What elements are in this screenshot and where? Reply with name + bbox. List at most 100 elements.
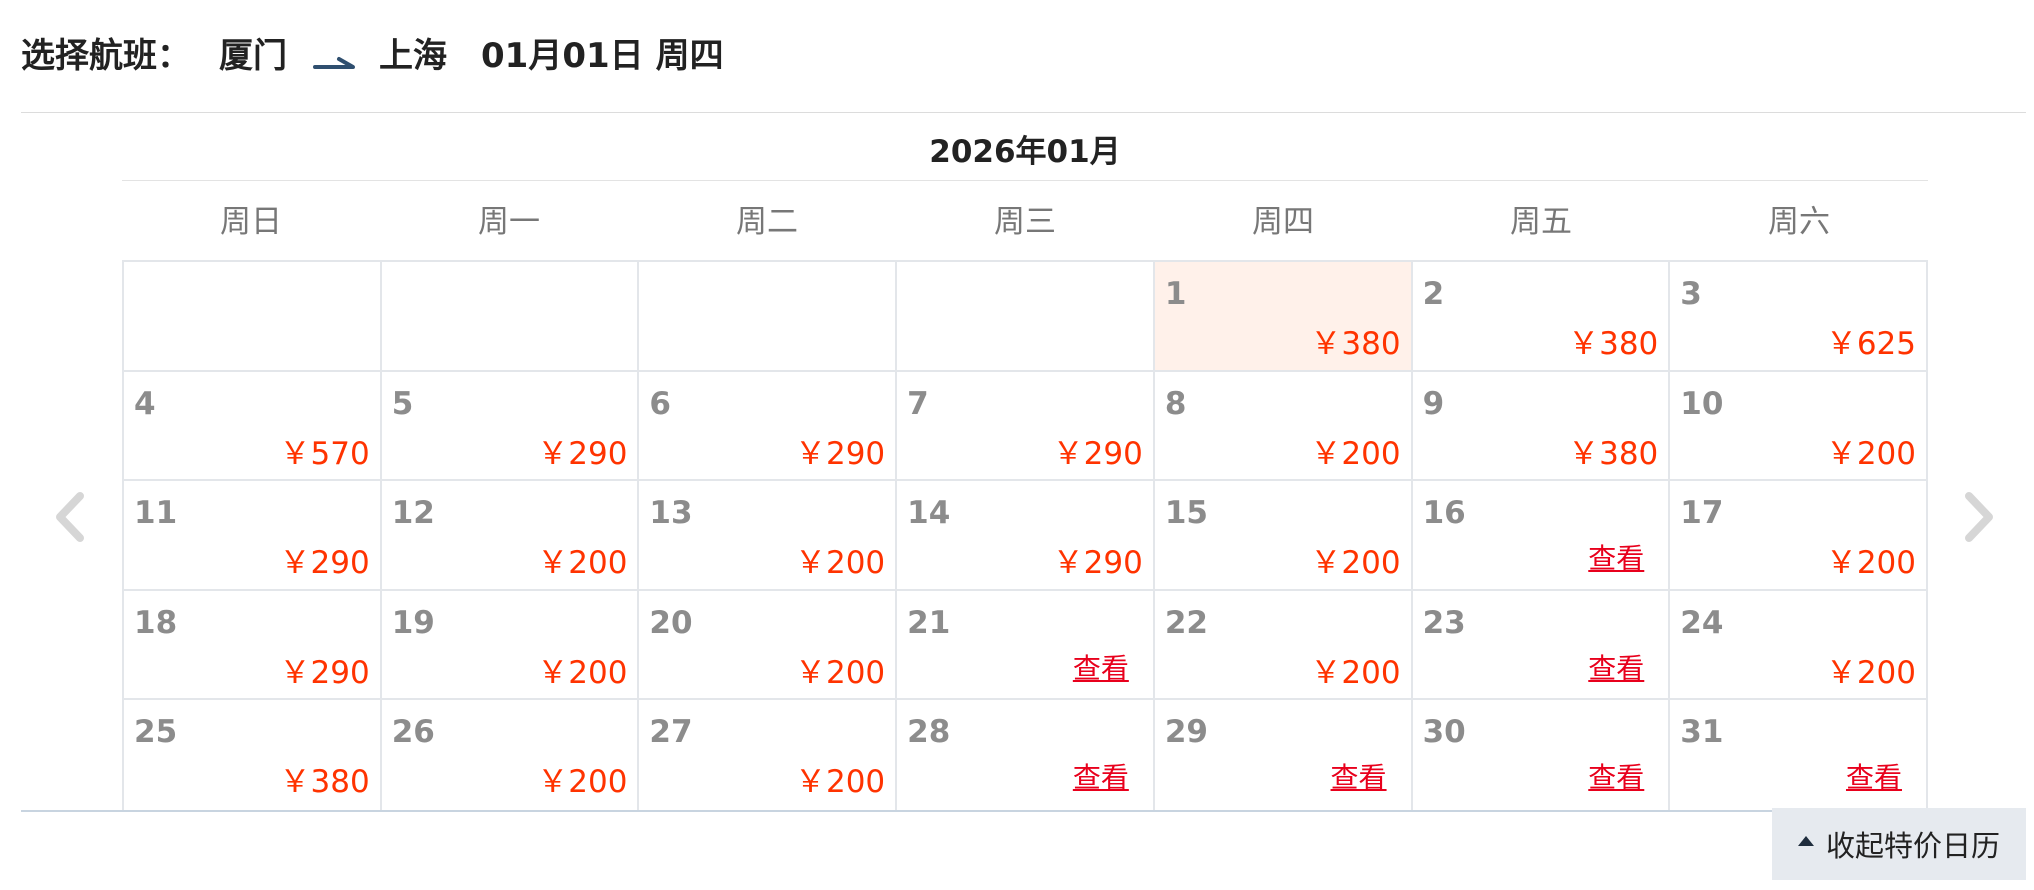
day-number: 16	[1422, 495, 1466, 532]
day-cell-5[interactable]: 5 ￥290	[381, 371, 640, 482]
day-cell-12[interactable]: 12 ￥200	[381, 481, 640, 591]
view-price-link[interactable]: 查看	[1331, 756, 1387, 796]
day-number: 17	[1680, 495, 1724, 532]
day-number: 13	[649, 495, 693, 532]
day-number: 15	[1164, 495, 1208, 532]
route-arrow-icon	[313, 42, 357, 69]
day-cell-19[interactable]: 19 ￥200	[381, 590, 640, 701]
day-number: 24	[1680, 604, 1724, 641]
day-cell-13[interactable]: 13 ￥200	[639, 481, 898, 591]
day-price: ￥200	[794, 654, 886, 691]
origin-city: 厦门	[219, 35, 287, 76]
day-cell-18[interactable]: 18 ￥290	[124, 590, 382, 701]
empty-day-cell	[124, 262, 382, 372]
day-cell-9[interactable]: 9 ￥380	[1412, 371, 1671, 482]
day-cell-16[interactable]: 16 查看	[1412, 481, 1671, 591]
day-price: ￥290	[1052, 435, 1143, 472]
day-cell-7[interactable]: 7 ￥290	[897, 371, 1155, 482]
day-cell-25[interactable]: 25 ￥380	[124, 700, 382, 810]
day-cell-27[interactable]: 27 ￥200	[639, 700, 898, 810]
day-cell-24[interactable]: 24 ￥200	[1670, 590, 1928, 701]
day-price: ￥200	[537, 654, 628, 691]
day-cell-15[interactable]: 15 ￥200	[1154, 481, 1413, 591]
view-price-link[interactable]: 查看	[1846, 756, 1902, 796]
day-number: 22	[1164, 604, 1208, 641]
day-number: 12	[391, 495, 435, 532]
weekday-tue: 周二	[736, 204, 798, 240]
day-cell-1[interactable]: 1 ￥380	[1154, 262, 1413, 372]
day-cell-21[interactable]: 21 查看	[897, 590, 1155, 701]
day-price: ￥200	[537, 545, 628, 582]
day-cell-4[interactable]: 4 ￥570	[124, 371, 382, 482]
day-cell-3[interactable]: 3 ￥625	[1670, 262, 1928, 372]
day-number: 7	[907, 385, 929, 422]
day-price: ￥290	[279, 654, 370, 691]
day-cell-26[interactable]: 26 ￥200	[381, 700, 640, 810]
weekday-wed: 周三	[994, 204, 1056, 240]
day-cell-8[interactable]: 8 ￥200	[1154, 371, 1413, 482]
day-price: ￥200	[537, 764, 628, 801]
day-cell-10[interactable]: 10 ￥200	[1670, 371, 1928, 482]
day-price: ￥200	[1825, 435, 1916, 472]
day-price: ￥570	[279, 435, 370, 472]
day-cell-31[interactable]: 31 查看	[1670, 700, 1928, 810]
day-cell-23[interactable]: 23 查看	[1412, 590, 1671, 701]
day-price: ￥380	[279, 764, 370, 801]
destination-city: 上海	[379, 35, 447, 76]
day-cell-29[interactable]: 29 查看	[1154, 700, 1413, 810]
flight-date: 01月01日	[481, 35, 644, 76]
day-number: 20	[649, 604, 693, 641]
day-cell-2[interactable]: 2 ￥380	[1412, 262, 1671, 372]
day-number: 30	[1422, 714, 1466, 751]
day-number: 8	[1164, 385, 1187, 422]
day-cell-28[interactable]: 28 查看	[897, 700, 1155, 810]
day-number: 26	[391, 714, 435, 751]
day-number: 27	[649, 714, 693, 751]
chevron-right-icon[interactable]	[1959, 490, 1999, 544]
chevron-left-icon[interactable]	[50, 490, 90, 544]
weekday-fri: 周五	[1510, 204, 1572, 240]
day-number: 28	[907, 714, 951, 751]
flight-weekday: 周四	[655, 35, 724, 76]
day-cell-17[interactable]: 17 ￥200	[1670, 481, 1928, 591]
weekday-sat: 周六	[1768, 204, 1830, 240]
day-number: 6	[649, 385, 671, 422]
day-number: 5	[391, 385, 414, 422]
view-price-link[interactable]: 查看	[1588, 756, 1644, 796]
day-cell-11[interactable]: 11 ￥290	[124, 481, 382, 591]
day-number: 23	[1422, 604, 1466, 641]
day-cell-6[interactable]: 6 ￥290	[639, 371, 898, 482]
caret-up-icon	[1797, 836, 1814, 846]
weekday-sun: 周日	[220, 204, 282, 240]
calendar-bottom-divider	[21, 810, 2026, 812]
day-cell-30[interactable]: 30 查看	[1412, 700, 1671, 810]
day-price: ￥290	[279, 545, 370, 582]
day-price: ￥290	[1052, 545, 1143, 582]
month-title: 2026年01月	[122, 124, 1928, 181]
day-price: ￥380	[1568, 435, 1659, 472]
day-number: 19	[391, 604, 435, 641]
price-calendar-page: 选择航班： 厦门 上海 01月01日 周四 2026年01月 周日 周一 周二 …	[0, 0, 2034, 890]
weekday-header-row: 周日 周一 周二 周三 周四 周五 周六	[122, 196, 1928, 248]
calendar-grid: 1 ￥380 2 ￥380 3 ￥625 4 ￥570 5 ￥290 6 ￥290 7 ￥290 8 ￥200…	[122, 260, 1928, 810]
day-price: ￥290	[537, 435, 628, 472]
day-price: ￥200	[794, 764, 886, 801]
day-number: 9	[1422, 385, 1445, 422]
weekday-thu: 周四	[1252, 204, 1314, 240]
view-price-link[interactable]: 查看	[1588, 537, 1644, 577]
collapse-calendar-button[interactable]: 收起特价日历	[1772, 808, 2026, 880]
view-price-link[interactable]: 查看	[1073, 647, 1129, 687]
day-cell-22[interactable]: 22 ￥200	[1154, 590, 1413, 701]
view-price-link[interactable]: 查看	[1073, 756, 1129, 796]
header-label: 选择航班：	[21, 35, 191, 76]
day-cell-20[interactable]: 20 ￥200	[639, 590, 898, 701]
day-number: 14	[907, 495, 951, 532]
view-price-link[interactable]: 查看	[1588, 647, 1644, 687]
empty-day-cell	[639, 262, 898, 372]
day-number: 11	[134, 495, 178, 532]
day-price: ￥200	[794, 545, 886, 582]
day-cell-14[interactable]: 14 ￥290	[897, 481, 1155, 591]
day-number: 3	[1680, 276, 1702, 312]
header-divider	[21, 112, 2026, 113]
day-number: 25	[134, 714, 178, 751]
